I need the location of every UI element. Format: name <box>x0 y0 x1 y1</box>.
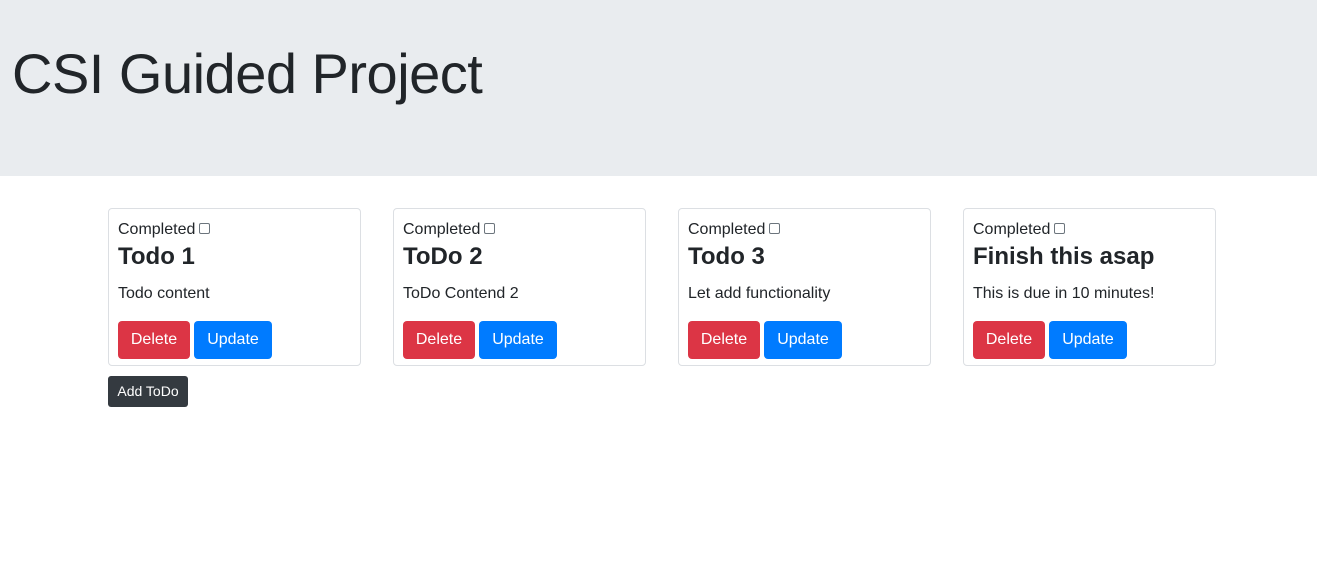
todo-title: Todo 1 <box>118 243 195 270</box>
completed-checkbox[interactable] <box>199 222 211 234</box>
completed-label: Completed <box>118 221 196 238</box>
completed-row: Completed <box>118 220 211 240</box>
completed-label: Completed <box>403 221 481 238</box>
completed-row: Completed <box>403 220 496 240</box>
add-todo-button[interactable]: Add ToDo <box>108 376 188 407</box>
todo-content: Let add functionality <box>688 285 831 302</box>
todo-card: Completed Finish this asap This is due i… <box>963 208 1216 366</box>
todo-list: Completed Todo 1 Todo content Delete Upd… <box>108 208 1218 368</box>
completed-checkbox[interactable] <box>1054 222 1066 234</box>
update-button[interactable]: Update <box>479 321 557 359</box>
todo-content: Todo content <box>118 285 210 302</box>
update-button[interactable]: Update <box>1049 321 1127 359</box>
todo-card-body: Completed Finish this asap This is due i… <box>973 209 1206 365</box>
todo-title: ToDo 2 <box>403 243 483 270</box>
update-button[interactable]: Update <box>764 321 842 359</box>
todo-card: Completed ToDo 2 ToDo Contend 2 Delete U… <box>393 208 646 366</box>
completed-label: Completed <box>973 221 1051 238</box>
todo-card: Completed Todo 1 Todo content Delete Upd… <box>108 208 361 366</box>
page-title: CSI Guided Project <box>12 42 483 105</box>
todo-content: This is due in 10 minutes! <box>973 285 1155 302</box>
delete-button[interactable]: Delete <box>403 321 475 359</box>
header-jumbotron: CSI Guided Project <box>0 0 1317 176</box>
completed-row: Completed <box>973 220 1066 240</box>
todo-card-body: Completed Todo 1 Todo content Delete Upd… <box>118 209 351 365</box>
completed-row: Completed <box>688 220 781 240</box>
todo-card-body: Completed Todo 3 Let add functionality D… <box>688 209 921 365</box>
todo-card-body: Completed ToDo 2 ToDo Contend 2 Delete U… <box>403 209 636 365</box>
todo-content: ToDo Contend 2 <box>403 285 519 302</box>
todo-title: Todo 3 <box>688 243 765 270</box>
completed-label: Completed <box>688 221 766 238</box>
update-button[interactable]: Update <box>194 321 272 359</box>
todo-card: Completed Todo 3 Let add functionality D… <box>678 208 931 366</box>
completed-checkbox[interactable] <box>769 222 781 234</box>
delete-button[interactable]: Delete <box>973 321 1045 359</box>
completed-checkbox[interactable] <box>484 222 496 234</box>
delete-button[interactable]: Delete <box>118 321 190 359</box>
delete-button[interactable]: Delete <box>688 321 760 359</box>
todo-title: Finish this asap <box>973 243 1155 270</box>
